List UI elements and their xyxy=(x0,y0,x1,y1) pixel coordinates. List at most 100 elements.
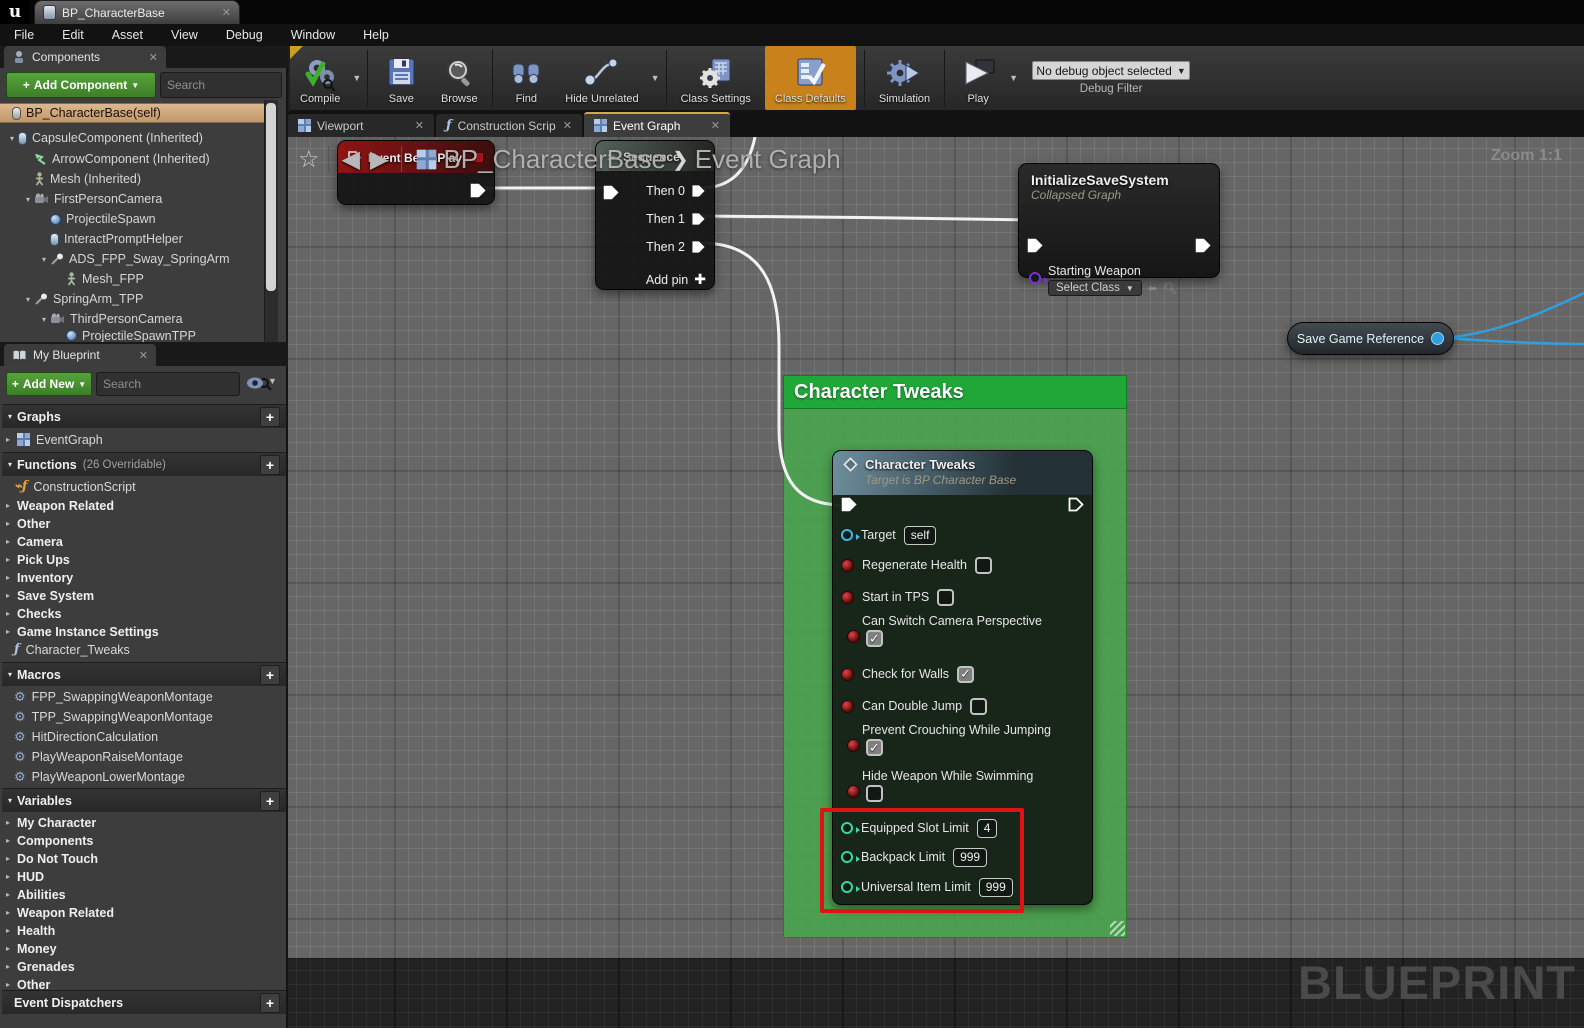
category-row[interactable]: ▸Game Instance Settings xyxy=(0,622,288,641)
compile-options-caret[interactable]: ▼ xyxy=(350,73,363,83)
breadcrumb-current[interactable]: Event Graph xyxy=(695,144,841,175)
object-pin[interactable] xyxy=(841,529,853,541)
pin-row-regenerate-health[interactable]: Regenerate Health xyxy=(841,554,992,576)
browse-asset-icon[interactable]: 🔍︎ xyxy=(1163,282,1177,295)
list-item[interactable]: ▸ EventGraph xyxy=(0,430,288,449)
sequence-then1-pin[interactable]: Then 1 xyxy=(646,212,706,226)
exec-in-pin[interactable] xyxy=(1027,238,1043,253)
bool-pin[interactable] xyxy=(847,630,860,643)
checkbox-unchecked[interactable] xyxy=(975,557,992,574)
expander-icon[interactable]: ▾ xyxy=(8,412,12,421)
browse-button[interactable]: Browse xyxy=(430,46,488,110)
tree-item[interactable]: Mesh_FPP xyxy=(0,269,264,289)
graph-canvas[interactable]: BLUEPRINT Zoom 1:1 Character Tweaks Even… xyxy=(288,137,1584,1028)
category-row[interactable]: ▸HUD xyxy=(0,867,288,886)
category-row[interactable]: ▸Weapon Related xyxy=(0,903,288,922)
pin-row-prevent-crouching[interactable]: Prevent Crouching While Jumping xyxy=(841,723,1051,756)
exec-in-pin[interactable] xyxy=(841,497,857,512)
nav-back-icon[interactable]: ◀ xyxy=(337,145,365,174)
category-row[interactable]: ▸Inventory xyxy=(0,568,288,587)
category-row[interactable]: ▸Weapon Related xyxy=(0,496,288,515)
menu-view[interactable]: View xyxy=(157,24,212,46)
checkbox-checked[interactable] xyxy=(866,739,883,756)
pin-row-can-switch-camera[interactable]: Can Switch Camera Perspective xyxy=(841,614,1042,647)
my-blueprint-search-input[interactable] xyxy=(103,377,258,391)
tree-item[interactable]: BP_CharacterBase(self) xyxy=(0,103,264,123)
checkbox-unchecked[interactable] xyxy=(937,589,954,606)
pin-row-start-in-tps[interactable]: Start in TPS xyxy=(841,586,954,608)
exec-out-pin[interactable] xyxy=(691,184,706,198)
tree-item[interactable]: ▾ CapsuleComponent (Inherited) xyxy=(0,128,264,148)
hide-unrelated-caret[interactable]: ▼ xyxy=(649,73,662,83)
category-row[interactable]: ▸Save System xyxy=(0,586,288,605)
sequence-add-pin[interactable]: Add pin ✚ xyxy=(646,271,706,288)
bool-pin[interactable] xyxy=(841,668,854,681)
list-item[interactable]: ⚙PlayWeaponLowerMontage xyxy=(0,767,288,786)
expander-icon[interactable]: ▾ xyxy=(38,255,50,264)
play-options-caret[interactable]: ▼ xyxy=(1007,73,1020,83)
tree-item[interactable]: ProjectileSpawn xyxy=(0,209,264,229)
tree-item[interactable]: ▾ ADS_FPP_Sway_SpringArm xyxy=(0,249,264,269)
add-component-button[interactable]: Add Component ▼ xyxy=(6,72,156,98)
expander-icon[interactable]: ▾ xyxy=(8,460,12,469)
list-item[interactable]: ƒ Character_Tweaks xyxy=(0,640,288,659)
bool-pin[interactable] xyxy=(841,591,854,604)
section-functions[interactable]: ▾ Functions (26 Overridable) + xyxy=(2,452,286,476)
menu-asset[interactable]: Asset xyxy=(98,24,157,46)
debug-filter-dropdown[interactable]: No debug object selected ▼ xyxy=(1032,61,1190,80)
pin-row-target[interactable]: Target self xyxy=(841,524,936,546)
exec-out-pin[interactable] xyxy=(1195,238,1211,253)
menu-edit[interactable]: Edit xyxy=(48,24,98,46)
tree-item[interactable]: ▾ FirstPersonCamera xyxy=(0,189,264,209)
checkbox-unchecked[interactable] xyxy=(970,698,987,715)
my-blueprint-tab[interactable]: My Blueprint ✕ xyxy=(4,344,156,366)
category-row[interactable]: ▸Other xyxy=(0,514,288,533)
components-tab[interactable]: Components ✕ xyxy=(4,46,166,68)
tree-item[interactable]: ProjectileSpawnTPP xyxy=(0,329,264,342)
section-variables[interactable]: ▾ Variables + xyxy=(2,788,286,812)
class-pin[interactable] xyxy=(1029,272,1041,284)
category-row[interactable]: ▸Camera xyxy=(0,532,288,551)
save-button[interactable]: Save xyxy=(372,46,430,110)
close-icon[interactable]: ✕ xyxy=(222,6,231,19)
category-row[interactable]: ▸Abilities xyxy=(0,885,288,904)
close-icon[interactable]: ✕ xyxy=(139,349,148,362)
category-row[interactable]: ▸Money xyxy=(0,939,288,958)
bool-pin[interactable] xyxy=(847,785,860,798)
expander-icon[interactable]: ▾ xyxy=(8,670,12,679)
sequence-then2-pin[interactable]: Then 2 xyxy=(646,240,706,254)
close-icon[interactable]: ✕ xyxy=(563,119,572,132)
expander-icon[interactable]: ▾ xyxy=(22,195,34,204)
category-row[interactable]: ▸Grenades xyxy=(0,957,288,976)
my-blueprint-search[interactable] xyxy=(96,372,240,396)
list-item[interactable]: ⚙HitDirectionCalculation xyxy=(0,727,288,746)
document-tab[interactable]: BP_CharacterBase ✕ xyxy=(34,0,240,24)
tree-item[interactable]: ▾ ThirdPersonCamera xyxy=(0,309,264,329)
close-icon[interactable]: ✕ xyxy=(149,51,158,64)
bool-pin[interactable] xyxy=(841,559,854,572)
class-defaults-button[interactable]: Class Defaults xyxy=(765,46,856,110)
list-item[interactable]: ⚙PlayWeaponRaiseMontage xyxy=(0,747,288,766)
category-row[interactable]: ▸Components xyxy=(0,831,288,850)
visibility-eye-icon[interactable] xyxy=(246,376,264,390)
scrollbar-thumb[interactable] xyxy=(266,103,276,291)
sequence-then0-pin[interactable]: Then 0 xyxy=(646,184,706,198)
expander-icon[interactable]: ▾ xyxy=(38,315,50,324)
exec-in-pin[interactable] xyxy=(603,185,619,200)
tab-construction-script[interactable]: ƒ Construction Scrip ✕ xyxy=(436,114,582,137)
visibility-options-caret[interactable]: ▼ xyxy=(268,376,277,386)
bool-pin[interactable] xyxy=(847,739,860,752)
section-macros[interactable]: ▾ Macros + xyxy=(2,662,286,686)
section-event-dispatchers[interactable]: Event Dispatchers + xyxy=(2,990,286,1014)
add-variable-button[interactable]: + xyxy=(260,791,280,811)
exec-out-pin[interactable] xyxy=(1068,497,1084,512)
expander-icon[interactable]: ▸ xyxy=(6,435,17,444)
category-row[interactable]: ▸Checks xyxy=(0,604,288,623)
list-item[interactable]: ⚙FPP_SwappingWeaponMontage xyxy=(0,687,288,706)
play-button[interactable]: Play xyxy=(949,46,1007,110)
use-selected-icon[interactable]: ⬅ xyxy=(1148,282,1157,295)
tree-item[interactable]: ▾ SpringArm_TPP xyxy=(0,289,264,309)
expander-icon[interactable]: ▾ xyxy=(22,295,34,304)
category-row[interactable]: ▸My Character xyxy=(0,813,288,832)
exec-out-pin[interactable] xyxy=(691,240,706,254)
